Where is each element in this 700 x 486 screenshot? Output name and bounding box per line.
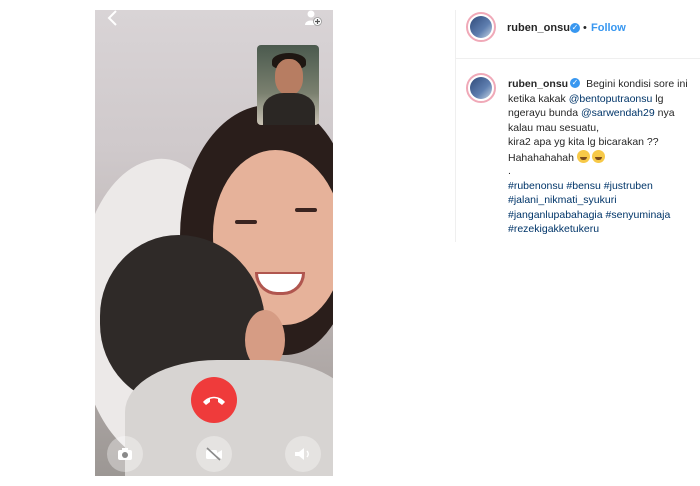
speaker-button[interactable] [285, 436, 321, 472]
caption-text: ketika kakak [508, 92, 569, 105]
hashtag-link[interactable]: #janganlupabahagia [508, 209, 603, 221]
hashtag-link[interactable]: #justruben [604, 180, 653, 192]
hashtag-link[interactable]: #bensu [566, 180, 600, 192]
panel-divider [455, 10, 456, 242]
caption-avatar[interactable] [466, 73, 496, 103]
mention-link[interactable]: @bentoputraonsu [569, 93, 653, 105]
video-toggle-button[interactable] [196, 436, 232, 472]
pip-body [263, 93, 315, 125]
caption-text: kira2 apa yg kita lg bicarakan ?? [508, 136, 659, 148]
laughing-emoji-icon [576, 149, 590, 163]
caption-text: nya [654, 107, 675, 119]
woman-eye-right [295, 208, 317, 212]
hashtag-link[interactable]: #jalani_nikmati_syukuri [508, 194, 617, 206]
speaker-icon [295, 448, 309, 460]
hashtag-link[interactable]: #senyuminaja [606, 209, 671, 221]
post-caption: ruben_onsu Begini kondisi sore ini ketika… [508, 77, 700, 237]
verified-badge-icon: ✓ [570, 23, 580, 33]
camera-button[interactable] [107, 436, 143, 472]
self-view-pip[interactable] [257, 45, 319, 125]
caption-text: ngerayu bunda [508, 107, 581, 119]
hashtag-link[interactable]: #rezekigakketukeru [508, 223, 599, 235]
post-username[interactable]: ruben_onsu [507, 22, 570, 34]
pip-face [275, 59, 303, 95]
caption-text: Begini kondisi sore ini [586, 78, 688, 90]
avatar[interactable] [466, 12, 496, 42]
end-call-button[interactable] [191, 377, 237, 423]
follow-separator: • [583, 22, 587, 34]
follow-button[interactable]: Follow [591, 22, 626, 34]
hashtag-link[interactable]: #rubenonsu [508, 180, 563, 192]
laughing-emoji-icon [591, 149, 605, 163]
caption-text: . [508, 165, 511, 177]
header-divider [456, 58, 700, 59]
caption-text: kalau mau sesuatu, [508, 121, 600, 134]
phone-hangup-icon [203, 396, 225, 405]
caption-username[interactable]: ruben_onsu [508, 78, 568, 90]
mention-link[interactable]: @sarwendah29 [581, 107, 655, 119]
camera-icon [118, 448, 132, 460]
caption-text: Hahahahahah [508, 151, 574, 164]
add-person-icon[interactable] [304, 9, 322, 27]
video-off-icon [206, 447, 222, 461]
chevron-left-icon[interactable] [103, 8, 123, 28]
woman-eye-left [235, 220, 257, 224]
caption-text: lg [652, 92, 664, 105]
